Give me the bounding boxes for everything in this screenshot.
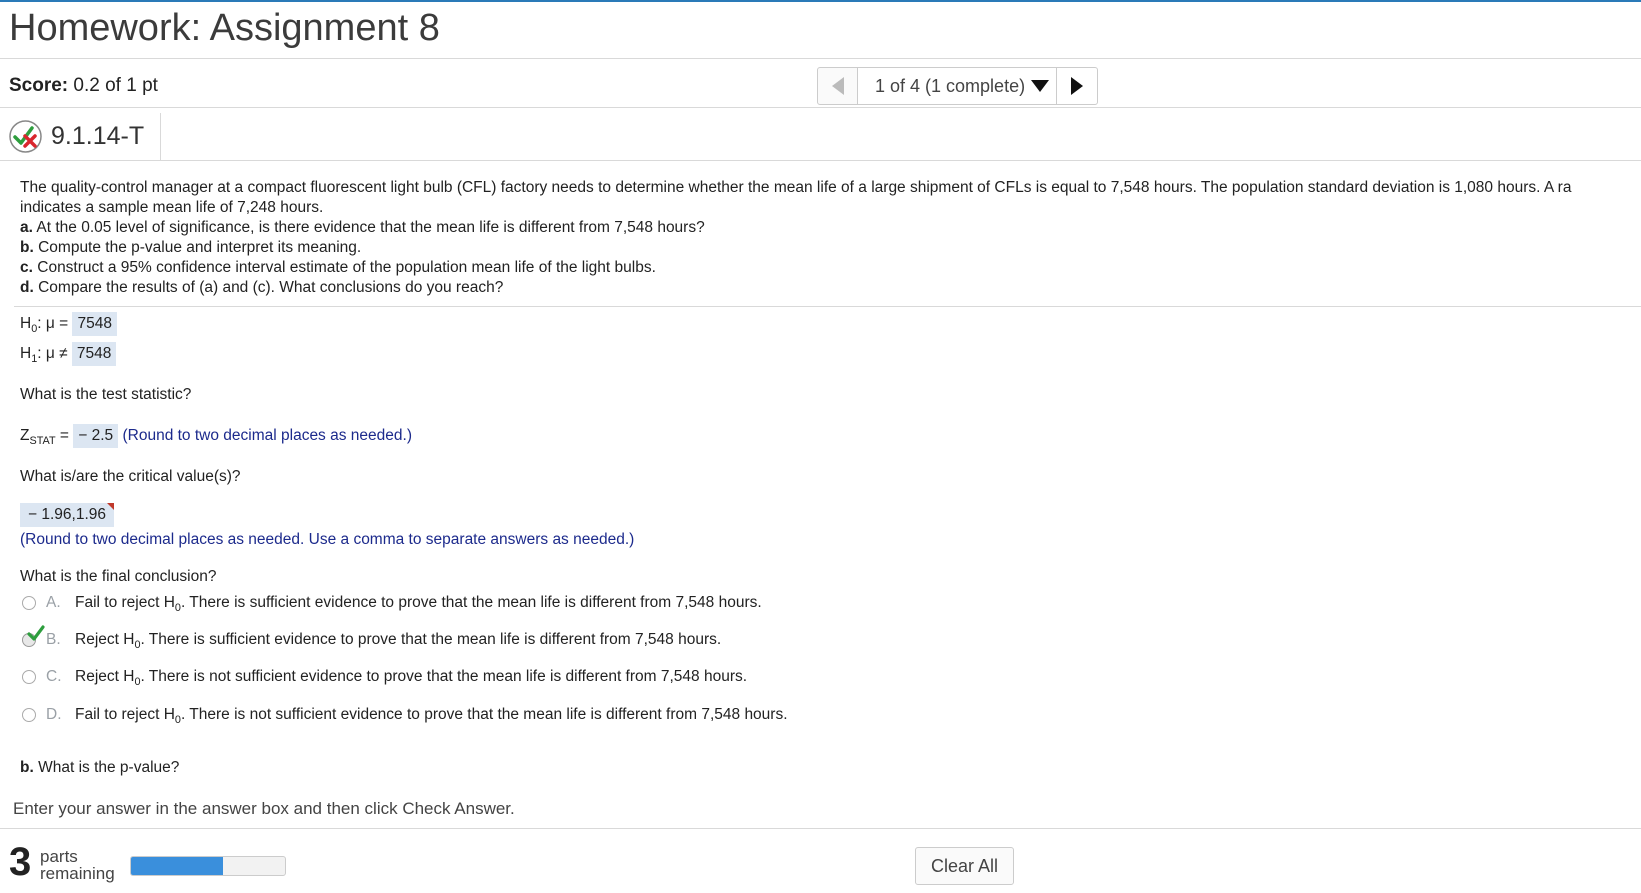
divider [0, 107, 1641, 108]
progress-bar [130, 856, 286, 876]
critical-value-question: What is/are the critical value(s)? [20, 468, 241, 485]
radio-button-a[interactable] [22, 596, 36, 610]
radio-button-c[interactable] [22, 670, 36, 684]
conclusion-question: What is the final conclusion? [20, 568, 217, 585]
problem-part-c: c. Construct a 95% confidence interval e… [20, 259, 656, 276]
h0-answer-box[interactable]: 7548 [72, 312, 117, 336]
problem-part-d: d. Compare the results of (a) and (c). W… [20, 279, 504, 296]
score-label: Score: [9, 75, 69, 96]
null-hypothesis: H0: μ = 7548 [20, 312, 117, 336]
caret-down-icon [1031, 80, 1050, 92]
critical-value-answer-box[interactable]: − 1.96,1.96 [20, 503, 114, 527]
clear-all-button[interactable]: Clear All [915, 847, 1014, 885]
test-statistic-row: ZSTAT = − 2.5 (Round to two decimal plac… [20, 424, 412, 448]
problem-part-a: a. At the 0.05 level of significance, is… [20, 219, 705, 236]
divider [0, 58, 1641, 59]
z-stat-answer-box[interactable]: − 2.5 [73, 424, 119, 448]
top-accent-line [0, 0, 1641, 2]
parts-remaining-count: 3 [9, 840, 32, 884]
score: Score: 0.2 of 1 pt [9, 75, 158, 97]
test-statistic-question: What is the test statistic? [20, 386, 192, 403]
problem-line-1: The quality-control manager at a compact… [20, 179, 1572, 196]
problem-part-b: b. Compute the p-value and interpret its… [20, 239, 362, 256]
divider [0, 160, 1641, 161]
feedback-flag-icon [107, 503, 114, 510]
next-question-button[interactable] [1056, 67, 1098, 105]
divider [14, 306, 1641, 307]
h1-answer-box[interactable]: 7548 [71, 342, 117, 366]
critical-value-hint: (Round to two decimal places as needed. … [20, 531, 635, 548]
score-value: 0.2 of 1 pt [73, 75, 158, 96]
correct-check-icon [27, 625, 45, 641]
question-id: 9.1.14-T [51, 122, 145, 150]
divider [0, 828, 1641, 829]
instructions: Enter your answer in the answer box and … [13, 799, 515, 818]
arrow-right-icon [1071, 77, 1083, 95]
page-title: Homework: Assignment 8 [9, 7, 440, 49]
parts-remaining-label: parts remaining [40, 847, 115, 883]
critical-value-row: − 1.96,1.96 [20, 503, 114, 527]
p-value-question: b. What is the p-value? [20, 759, 180, 776]
question-position: 1 of 4 (1 complete) [875, 75, 1026, 96]
progress-bar-fill [131, 857, 224, 875]
radio-button-d[interactable] [22, 708, 36, 722]
rounding-hint: (Round to two decimal places as needed.) [122, 427, 412, 444]
previous-question-button[interactable] [817, 67, 858, 105]
problem-line-2: indicates a sample mean life of 7,248 ho… [20, 199, 324, 216]
question-selector-dropdown[interactable]: 1 of 4 (1 complete) [857, 67, 1057, 105]
partial-credit-icon [9, 120, 42, 153]
alternative-hypothesis: H1: μ ≠ 7548 [20, 342, 117, 366]
arrow-left-icon [831, 77, 844, 95]
